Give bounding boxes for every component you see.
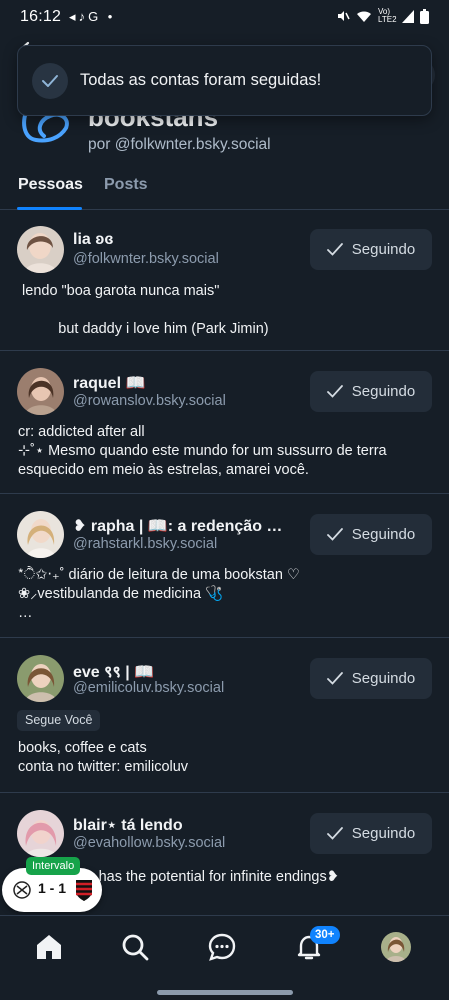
following-button[interactable]: Seguindo	[310, 514, 432, 555]
profile-avatar[interactable]	[381, 932, 411, 962]
person-bio: cr: addicted after all ⊹˚⋆ Mesmo quando …	[18, 424, 387, 478]
person-bio: lendo "boa garota nunca mais" but daddy …	[22, 283, 269, 337]
mute-icon	[338, 11, 350, 21]
list-item[interactable]: raquel 📖 @rowanslov.bsky.social Seguindo…	[0, 351, 449, 494]
notification-badge: 30+	[310, 926, 340, 944]
check-icon	[32, 62, 68, 99]
person-handle: @emilicoluv.bsky.social	[73, 680, 225, 696]
tab-pessoas[interactable]: Pessoas	[18, 176, 83, 194]
people-list: lia ʚɞ @folkwnter.bsky.social Seguindo l…	[0, 210, 449, 923]
home-icon[interactable]	[34, 932, 64, 962]
following-label: Seguindo	[351, 383, 416, 400]
tab-bar: Pessoas Posts	[0, 170, 449, 210]
chat-icon[interactable]	[207, 932, 237, 962]
wifi-icon	[357, 10, 371, 22]
avatar[interactable]	[17, 226, 64, 273]
score: 1 - 1	[38, 880, 67, 896]
avatar[interactable]	[17, 655, 64, 702]
network-label: Vo) LTE2	[378, 7, 397, 24]
status-right-icons: Vo) LTE2	[336, 8, 429, 24]
person-name: ❥ rapha | 📖: a redenção d…	[73, 518, 288, 535]
person-name: eve ९९ | 📖	[73, 664, 155, 681]
person-name: raquel 📖	[73, 375, 146, 392]
notification-icons: ◂♪G •	[69, 9, 116, 24]
team-crest-icon	[76, 880, 92, 901]
check-icon	[326, 672, 343, 685]
list-creator: por @folkwnter.bsky.social	[88, 136, 271, 153]
person-handle: @evahollow.bsky.social	[73, 835, 226, 851]
status-time: 16:12	[20, 8, 62, 25]
list-item[interactable]: ❥ rapha | 📖: a redenção d… @rahstarkl.bs…	[0, 494, 449, 638]
home-indicator[interactable]	[157, 990, 293, 995]
following-button[interactable]: Seguindo	[310, 229, 432, 270]
following-button[interactable]: Seguindo	[310, 658, 432, 699]
search-icon[interactable]	[120, 932, 150, 962]
toast-message: Todas as contas foram seguidas!	[80, 71, 322, 89]
avatar[interactable]	[17, 368, 64, 415]
list-item[interactable]: eve ९९ | 📖 @emilicoluv.bsky.social Segui…	[0, 638, 449, 793]
check-icon	[326, 243, 343, 256]
status-bar: 16:12 ◂♪G • Vo) LTE2	[0, 0, 449, 34]
avatar[interactable]	[17, 511, 64, 558]
battery-icon	[420, 8, 429, 24]
following-button[interactable]: Seguindo	[310, 371, 432, 412]
follows-you-badge: Segue Você	[17, 710, 101, 731]
success-toast: Todas as contas foram seguidas!	[17, 45, 432, 116]
person-name: lia ʚɞ	[73, 231, 114, 248]
check-icon	[326, 385, 343, 398]
signal-icon	[402, 9, 414, 23]
following-label: Seguindo	[351, 241, 416, 258]
live-score-widget[interactable]: Intervalo 1 - 1	[2, 857, 102, 912]
person-handle: @rowanslov.bsky.social	[73, 393, 226, 409]
person-bio: *ੈ✩‧₊˚ diário de leitura de uma bookstan…	[18, 567, 300, 621]
check-icon	[326, 528, 343, 541]
person-bio: books, coffee e cats conta no twitter: e…	[18, 740, 189, 775]
tab-posts[interactable]: Posts	[104, 176, 148, 194]
score-status-label: Intervalo	[26, 857, 81, 875]
following-button[interactable]: Seguindo	[310, 813, 432, 854]
following-label: Seguindo	[351, 825, 416, 842]
bottom-navigation: 30+	[0, 915, 449, 977]
list-item[interactable]: lia ʚɞ @folkwnter.bsky.social Seguindo l…	[0, 210, 449, 351]
following-label: Seguindo	[351, 526, 416, 543]
team-crest-icon	[13, 881, 31, 899]
check-icon	[326, 827, 343, 840]
person-handle: @rahstarkl.bsky.social	[73, 536, 218, 552]
avatar[interactable]	[17, 810, 64, 857]
person-handle: @folkwnter.bsky.social	[73, 251, 219, 267]
following-label: Seguindo	[351, 670, 416, 687]
person-name: blair⋆ tá lendo	[73, 817, 183, 834]
